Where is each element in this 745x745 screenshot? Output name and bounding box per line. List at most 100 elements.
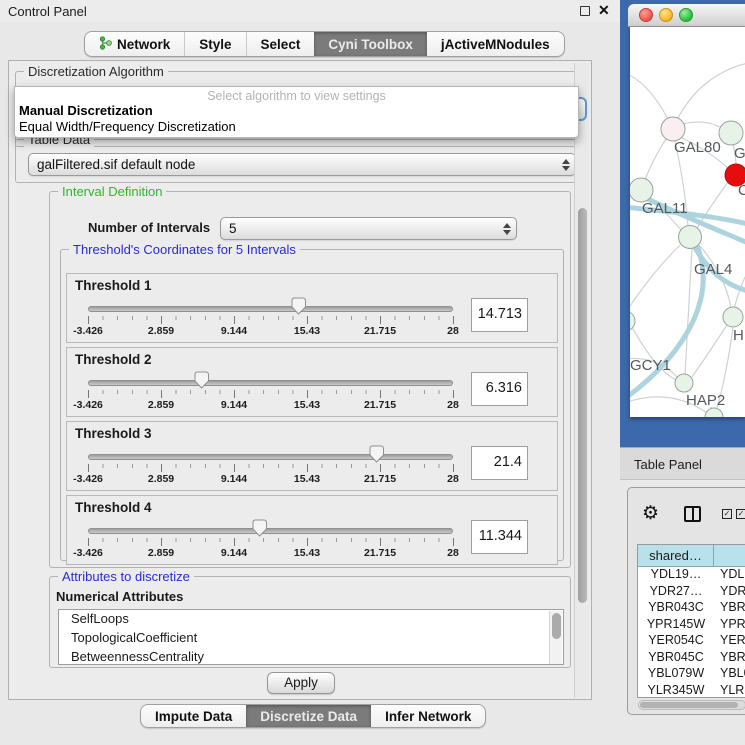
table-row[interactable]: YLR345WYLR3 — [638, 683, 745, 699]
slider-thumb[interactable] — [290, 297, 307, 315]
slider-thumb[interactable] — [251, 519, 268, 537]
tick-label: 15.43 — [294, 473, 320, 485]
threshold-3-label: Threshold 3 — [75, 426, 152, 441]
tab-network[interactable]: Network — [85, 32, 184, 56]
attributes-scrollbar[interactable] — [549, 611, 562, 665]
list-item[interactable]: SelfLoops — [59, 610, 563, 629]
slider-track[interactable] — [88, 380, 453, 386]
threshold-2-slider[interactable]: -3.426 2.859 9.144 15.43 21.715 28 — [88, 374, 454, 410]
mac-minimize-button[interactable] — [659, 8, 673, 22]
cell[interactable]: YBL079W — [638, 666, 714, 683]
threshold-4-label: Threshold 4 — [75, 500, 152, 515]
tab-impute-data[interactable]: Impute Data — [141, 705, 246, 727]
mac-close-button[interactable] — [639, 8, 653, 22]
threshold-4-slider[interactable]: -3.426 2.859 9.144 15.43 21.715 28 — [88, 522, 454, 558]
panel-scrollbar[interactable] — [574, 63, 589, 698]
threshold-3-value[interactable]: 21.4 — [471, 446, 528, 480]
tab-cyni-toolbox[interactable]: Cyni Toolbox — [314, 32, 427, 56]
cell[interactable]: YBL0 — [714, 666, 745, 683]
cell[interactable]: YLR3 — [714, 683, 745, 699]
table-row[interactable]: YDL19…YDL1 — [638, 567, 745, 584]
tab-infer-network[interactable]: Infer Network — [371, 705, 485, 727]
table-data-select[interactable]: galFiltered.sif default node — [28, 153, 576, 176]
tab-discretize-data[interactable]: Discretize Data — [246, 705, 371, 727]
cell[interactable]: YDR27… — [638, 584, 714, 601]
mac-zoom-button[interactable] — [679, 8, 693, 22]
tab-select[interactable]: Select — [246, 32, 315, 56]
table-row[interactable]: YDR27…YDR2 — [638, 584, 745, 601]
panel-scrollbar-thumb[interactable] — [578, 208, 587, 603]
cell[interactable]: YLR345W — [638, 683, 714, 699]
node-h[interactable] — [723, 307, 743, 327]
node-gcy1[interactable] — [630, 311, 635, 331]
node-gal4[interactable] — [679, 226, 702, 249]
checkbox-icon[interactable]: ✓ — [736, 509, 745, 519]
node-clipped-right-top[interactable] — [719, 121, 743, 145]
cell[interactable]: YDL19… — [638, 567, 714, 584]
node-gal11[interactable] — [630, 178, 653, 202]
column-header-name[interactable]: na — [714, 545, 745, 566]
discretization-algorithm-title: Discretization Algorithm — [24, 64, 168, 79]
node-hap2[interactable] — [675, 374, 693, 392]
threshold-1-value[interactable]: 14.713 — [471, 298, 528, 332]
cell[interactable]: YBR045C — [638, 650, 714, 667]
threshold-2-label: Threshold 2 — [75, 352, 152, 367]
attributes-scrollbar-thumb[interactable] — [552, 613, 561, 639]
node-label: GAL11 — [642, 200, 688, 217]
slider-track[interactable] — [88, 454, 453, 460]
threshold-3-slider[interactable]: -3.426 2.859 9.144 15.43 21.715 28 — [88, 448, 454, 484]
node-label: HAP2 — [686, 392, 725, 409]
node-gal80[interactable] — [661, 117, 685, 141]
slider-thumb[interactable] — [368, 445, 385, 463]
threshold-4-value[interactable]: 11.344 — [471, 520, 528, 554]
slider-track[interactable] — [88, 306, 453, 312]
cell[interactable]: YBR0 — [714, 600, 745, 617]
list-item[interactable]: TopologicalCoefficient — [59, 629, 563, 648]
table-horizontal-scrollbar[interactable] — [638, 700, 745, 710]
cell[interactable]: YDR2 — [714, 584, 745, 601]
numerical-attributes-label: Numerical Attributes — [56, 589, 183, 604]
float-window-icon[interactable] — [580, 6, 590, 16]
cell[interactable]: YBR0 — [714, 650, 745, 667]
cell[interactable]: YPR145W — [638, 617, 714, 634]
table-row[interactable]: YBL079WYBL0 — [638, 666, 745, 683]
apply-button[interactable]: Apply — [267, 672, 335, 694]
cell[interactable]: YDL1 — [714, 567, 745, 584]
network-canvas[interactable]: GAL80 GA C GAL11 GAL4 GCY1 H HAP2 — [630, 27, 745, 417]
list-item[interactable]: BetweennessCentrality — [59, 648, 563, 665]
table-row[interactable]: YPR145WYPR1 — [638, 617, 745, 634]
checkbox-icon[interactable]: ✓ — [722, 509, 732, 519]
tick-label: 28 — [447, 325, 459, 337]
table-horizontal-scrollbar-thumb[interactable] — [640, 702, 738, 708]
thresholds-group-title: Threshold's Coordinates for 5 Intervals — [69, 242, 300, 257]
tab-style[interactable]: Style — [184, 32, 245, 56]
tick-label: 2.859 — [148, 399, 174, 411]
tick-label: 2.859 — [148, 325, 174, 337]
attributes-group-title: Attributes to discretize — [58, 569, 194, 584]
tab-impute-data-label: Impute Data — [155, 709, 232, 724]
split-columns-icon[interactable] — [684, 506, 701, 522]
threshold-2-value[interactable]: 6.316 — [471, 372, 528, 406]
column-header-shared-name[interactable]: shared… — [638, 545, 714, 566]
table-row[interactable]: YER054CYER0 — [638, 633, 745, 650]
option-equal-width-frequency[interactable]: Equal Width/Frequency Discretization — [19, 119, 236, 134]
cell[interactable]: YPR1 — [714, 617, 745, 634]
tab-jactivemnodules[interactable]: jActiveMNodules — [427, 32, 564, 56]
numerical-attributes-list[interactable]: SelfLoops TopologicalCoefficient Between… — [58, 609, 564, 665]
tick-label: 9.144 — [221, 473, 247, 485]
tick-label: 28 — [447, 547, 459, 559]
slider-track[interactable] — [88, 528, 453, 534]
cell[interactable]: YER0 — [714, 633, 745, 650]
node-clipped-bottom[interactable] — [705, 408, 723, 417]
table-row[interactable]: YBR043CYBR0 — [638, 600, 745, 617]
slider-thumb[interactable] — [193, 371, 210, 389]
number-of-intervals-select[interactable]: 5 — [220, 217, 517, 240]
close-icon[interactable]: ✕ — [598, 2, 612, 18]
cell[interactable]: YBR043C — [638, 600, 714, 617]
option-manual-discretization[interactable]: Manual Discretization — [19, 103, 153, 118]
table-panel-title: Table Panel — [634, 457, 702, 472]
threshold-1-slider[interactable]: -3.426 2.859 9.144 15.43 21.715 28 — [88, 300, 454, 336]
table-row[interactable]: YBR045CYBR0 — [638, 650, 745, 667]
cell[interactable]: YER054C — [638, 633, 714, 650]
gear-icon[interactable]: ⚙ — [642, 502, 659, 525]
